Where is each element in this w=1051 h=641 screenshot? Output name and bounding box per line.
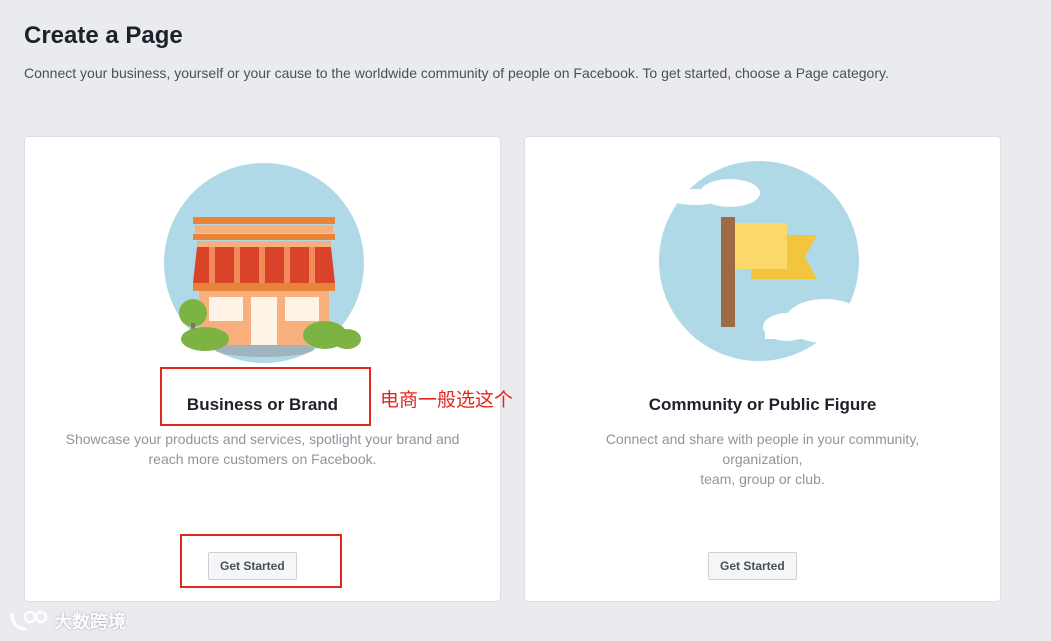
get-started-button[interactable]: Get Started xyxy=(708,552,797,580)
annotation-highlight-button xyxy=(180,534,342,588)
watermark: 大数跨境 xyxy=(8,608,126,634)
page-title: Create a Page xyxy=(24,22,183,49)
page-description: Connect your business, yourself or your … xyxy=(24,65,889,81)
watermark-logo-icon xyxy=(10,610,48,631)
flag-icon xyxy=(659,161,871,361)
annotation-highlight-title xyxy=(160,367,371,426)
card-description-line: Connect and share with people in your co… xyxy=(605,431,920,467)
community-or-public-figure-card[interactable]: Community or Public Figure Connect and s… xyxy=(524,136,1001,602)
card-description-line: team, group or club. xyxy=(700,471,825,487)
card-description-line: Showcase your products and services, spo… xyxy=(65,431,460,447)
storefront-icon xyxy=(164,163,364,363)
annotation-note: 电商一般选这个 xyxy=(380,389,514,411)
watermark-text: 大数跨境 xyxy=(54,612,126,633)
card-title: Community or Public Figure xyxy=(648,395,877,414)
card-description: Connect and share with people in your co… xyxy=(565,429,960,489)
card-description: Showcase your products and services, spo… xyxy=(65,429,460,469)
card-description-line: reach more customers on Facebook. xyxy=(148,451,377,467)
